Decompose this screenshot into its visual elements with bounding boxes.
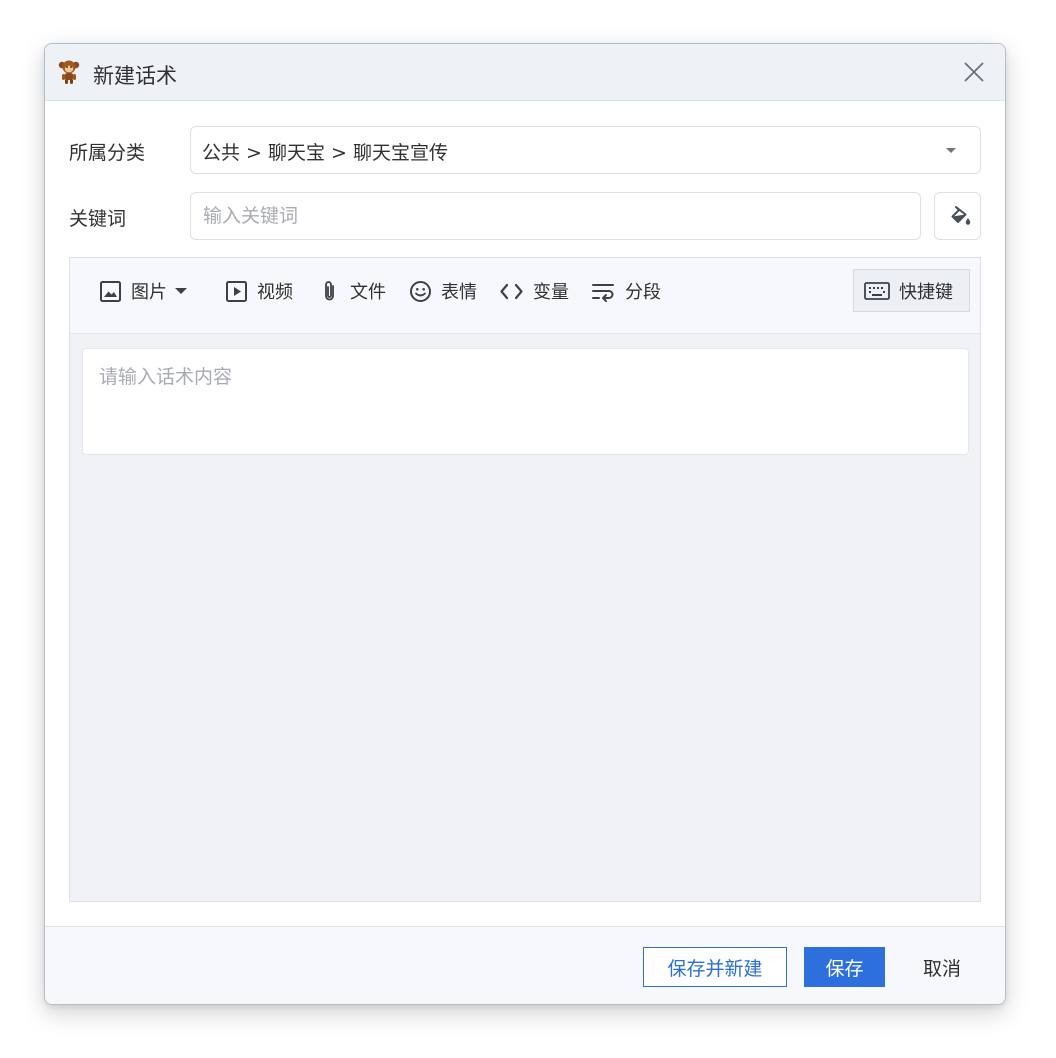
content-editor: 图片 视频 文件 表情 变量 分段 快捷键 请输入话术内容 — [69, 257, 981, 902]
smiley-icon — [410, 280, 431, 302]
caret-down-icon — [175, 288, 187, 294]
paperclip-icon — [325, 281, 334, 301]
category-select[interactable]: 公共 > 聊天宝 > 聊天宝宣传 — [190, 126, 981, 174]
keyword-label: 关键词 — [69, 208, 127, 230]
image-icon — [100, 280, 121, 302]
shortcut-label: 快捷键 — [899, 281, 953, 303]
script-content-input[interactable] — [82, 348, 969, 455]
tool-image[interactable]: 图片 — [99, 275, 187, 307]
editor-toolbar: 图片 视频 文件 表情 变量 分段 快捷键 — [70, 258, 980, 334]
monkey-icon — [58, 59, 80, 85]
paint-bucket-icon — [951, 206, 971, 225]
tool-segment-label: 分段 — [625, 282, 661, 303]
video-icon — [226, 280, 247, 302]
save-and-new-button[interactable]: 保存并新建 — [643, 947, 787, 987]
save-button[interactable]: 保存 — [804, 947, 885, 987]
close-button[interactable] — [957, 56, 991, 88]
new-script-dialog: 新建话术 所属分类 公共 > 聊天宝 > 聊天宝宣传 关键词 图片 — [44, 43, 1006, 1005]
tool-file[interactable]: 文件 — [318, 275, 386, 307]
tool-emoji-label: 表情 — [441, 282, 477, 303]
tool-emoji[interactable]: 表情 — [409, 275, 477, 307]
keyword-input[interactable] — [190, 192, 921, 240]
category-select-value: 公共 > 聊天宝 > 聊天宝宣传 — [202, 142, 448, 164]
wrap-text-icon — [592, 283, 614, 302]
shortcut-button[interactable]: 快捷键 — [853, 269, 970, 312]
tool-video[interactable]: 视频 — [225, 275, 293, 307]
paint-bucket-button[interactable] — [934, 192, 981, 240]
tool-file-label: 文件 — [350, 282, 386, 303]
code-brackets-icon — [500, 283, 523, 299]
cancel-button[interactable]: 取消 — [905, 947, 979, 987]
keyboard-icon — [864, 281, 890, 300]
dialog-footer: 保存并新建 保存 取消 — [45, 926, 1005, 1004]
dialog-title: 新建话术 — [93, 64, 177, 88]
dialog-titlebar: 新建话术 — [45, 44, 1005, 101]
category-label: 所属分类 — [69, 142, 146, 164]
tool-segment[interactable]: 分段 — [591, 275, 661, 307]
close-icon — [964, 62, 984, 82]
chevron-down-icon — [946, 148, 956, 153]
tool-variable-label: 变量 — [533, 282, 569, 303]
tool-image-label: 图片 — [131, 282, 167, 303]
tool-video-label: 视频 — [257, 282, 293, 303]
tool-variable[interactable]: 变量 — [499, 275, 569, 307]
